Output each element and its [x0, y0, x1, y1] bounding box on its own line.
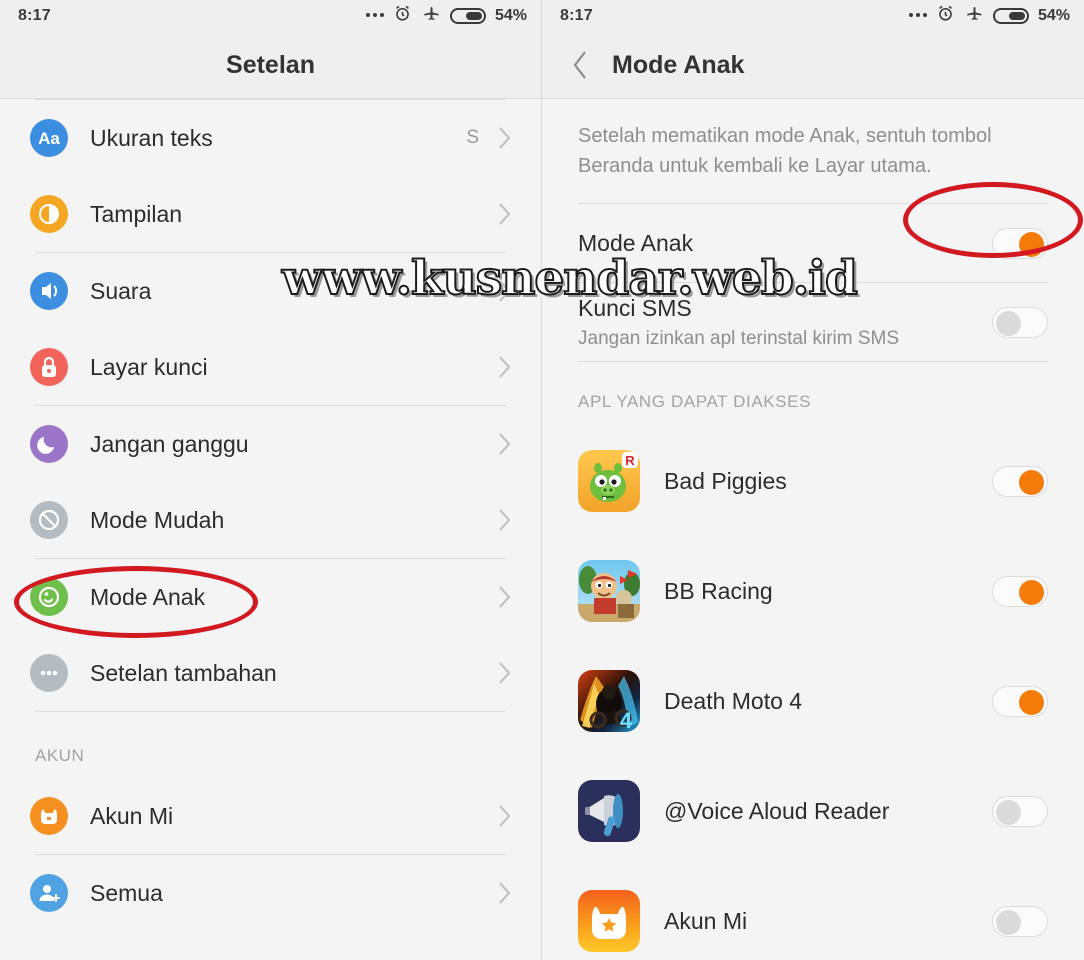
toggle-app-bb-racing[interactable] — [992, 575, 1048, 607]
toggle-mode-anak[interactable] — [992, 227, 1048, 259]
status-icons-group: 54% — [908, 4, 1070, 28]
more-dots-icon — [365, 13, 384, 19]
kid-mode-icon — [30, 578, 68, 616]
toggle-app-akun-mi[interactable] — [992, 905, 1048, 937]
alarm-clock-icon — [393, 4, 412, 28]
svg-text:R: R — [625, 453, 635, 468]
battery-icon — [449, 8, 486, 24]
sidebar-item-label: Suara — [90, 277, 152, 304]
sidebar-item-ukuran-teks[interactable]: Aa Ukuran teks S — [0, 100, 541, 176]
do-not-disturb-moon-icon — [30, 425, 68, 463]
voice-aloud-reader-app-icon — [578, 780, 640, 842]
toggle-app--voice-aloud-reader[interactable] — [992, 795, 1048, 827]
chevron-right-icon — [497, 880, 513, 906]
toggle-app-bad-piggies[interactable] — [992, 465, 1048, 497]
back-chevron-icon[interactable] — [554, 48, 606, 82]
chevron-right-icon — [497, 584, 513, 610]
sidebar-item-value: S — [466, 127, 479, 148]
app-row[interactable]: @Voice Aloud Reader — [542, 756, 1084, 866]
bb-racing-app-icon — [578, 560, 640, 622]
settings-list: Aa Ukuran teks S Tampilan Suara Layar kunci Ja… — [0, 99, 541, 931]
sidebar-item-label: Mode Anak — [90, 583, 206, 610]
app-row[interactable]: Akun Mi — [542, 866, 1084, 960]
sidebar-item-label: Ukuran teks — [90, 124, 213, 151]
sidebar-item-akun-mi[interactable]: Akun Mi — [0, 778, 541, 854]
sidebar-item-label: Tampilan — [90, 200, 183, 227]
chevron-right-icon — [497, 125, 513, 151]
airplane-mode-icon — [964, 5, 984, 28]
kid-mode-header: Mode Anak — [542, 32, 1084, 99]
status-icons-group: 54% — [365, 4, 527, 28]
app-row[interactable]: 4 Death Moto 4 — [542, 646, 1084, 756]
app-row[interactable]: BB Racing — [542, 536, 1084, 646]
app-name-label: @Voice Aloud Reader — [664, 797, 890, 824]
mi-account-app-icon — [578, 890, 640, 952]
sidebar-item-jangan-ganggu[interactable]: Jangan ganggu — [0, 406, 541, 482]
sidebar-item-label: Akun Mi — [90, 802, 174, 829]
sidebar-item-setelan-tambahan[interactable]: Setelan tambahan — [0, 635, 541, 711]
sidebar-item-layar-kunci[interactable]: Layar kunci — [0, 329, 541, 405]
app-name-label: Akun Mi — [664, 907, 748, 934]
battery-percent-label: 54% — [494, 7, 527, 24]
page-title: Mode Anak — [612, 50, 745, 79]
accessible-apps-list: R Bad Piggies BB Racing 4 Death Moto 4 @Voice… — [542, 426, 1084, 960]
battery-icon — [992, 8, 1029, 24]
chevron-right-icon — [497, 803, 513, 829]
setting-subtitle: Jangan izinkan apl terinstal kirim SMS — [578, 327, 900, 349]
chevron-right-icon — [497, 431, 513, 457]
sidebar-item-label: Mode Mudah — [90, 506, 225, 533]
sidebar-item-tampilan[interactable]: Tampilan — [0, 176, 541, 252]
svg-text:Aa: Aa — [38, 129, 60, 148]
app-name-label: Bad Piggies — [664, 467, 787, 494]
display-brightness-icon — [30, 195, 68, 233]
airplane-mode-icon — [421, 5, 441, 28]
chevron-right-icon — [497, 201, 513, 227]
toggle-app-death-moto-4[interactable] — [992, 685, 1048, 717]
sidebar-item-label: Setelan tambahan — [90, 659, 277, 686]
text-size-icon: Aa — [30, 119, 68, 157]
alarm-clock-icon — [936, 4, 955, 28]
bad-piggies-app-icon: R — [578, 450, 640, 512]
settings-screen-panel: 8:17 54% Setelan Aa Ukuran teks S Tampil… — [0, 0, 542, 960]
status-bar-right: 8:17 54% — [542, 0, 1084, 32]
app-row[interactable]: R Bad Piggies — [542, 426, 1084, 536]
toggle-kunci-sms[interactable] — [992, 306, 1048, 338]
chevron-right-icon — [497, 354, 513, 380]
all-accounts-person-icon — [30, 874, 68, 912]
settings-header: Setelan — [0, 32, 541, 99]
sidebar-item-semua[interactable]: Semua — [0, 855, 541, 931]
sidebar-item-label: Jangan ganggu — [90, 430, 249, 457]
mi-account-bunny-icon — [30, 797, 68, 835]
app-name-label: Death Moto 4 — [664, 687, 803, 714]
sound-speaker-icon — [30, 272, 68, 310]
chevron-right-icon — [497, 507, 513, 533]
status-time: 8:17 — [560, 7, 593, 24]
sidebar-item-mode-anak[interactable]: Mode Anak — [0, 559, 541, 635]
kid-mode-description: Setelah mematikan mode Anak, sentuh tomb… — [578, 125, 992, 177]
accessible-apps-section-label: APL YANG DAPAT DIAKSES — [578, 392, 812, 411]
easy-mode-icon — [30, 501, 68, 539]
watermark-text: www.kusnendar.web.id — [281, 250, 859, 307]
lock-screen-icon — [30, 348, 68, 386]
status-time: 8:17 — [18, 7, 51, 24]
battery-percent-label: 54% — [1037, 7, 1070, 24]
chevron-right-icon — [497, 660, 513, 686]
more-dots-icon — [908, 13, 927, 19]
sidebar-item-label: Semua — [90, 879, 163, 906]
account-section-label: AKUN — [35, 746, 85, 765]
death-moto-4-app-icon: 4 — [578, 670, 640, 732]
kid-mode-screen-panel: 8:17 54% Mode Anak Setelah mematikan mod… — [542, 0, 1084, 960]
svg-text:4: 4 — [620, 708, 633, 732]
page-title: Setelan — [226, 50, 315, 79]
app-name-label: BB Racing — [664, 577, 773, 604]
dual-screenshot-container: 8:17 54% Setelan Aa Ukuran teks S Tampil… — [0, 0, 1084, 960]
sidebar-item-label: Layar kunci — [90, 353, 208, 380]
sidebar-item-mode-mudah[interactable]: Mode Mudah — [0, 482, 541, 558]
additional-settings-dots-icon — [30, 654, 68, 692]
status-bar-left: 8:17 54% — [0, 0, 541, 32]
